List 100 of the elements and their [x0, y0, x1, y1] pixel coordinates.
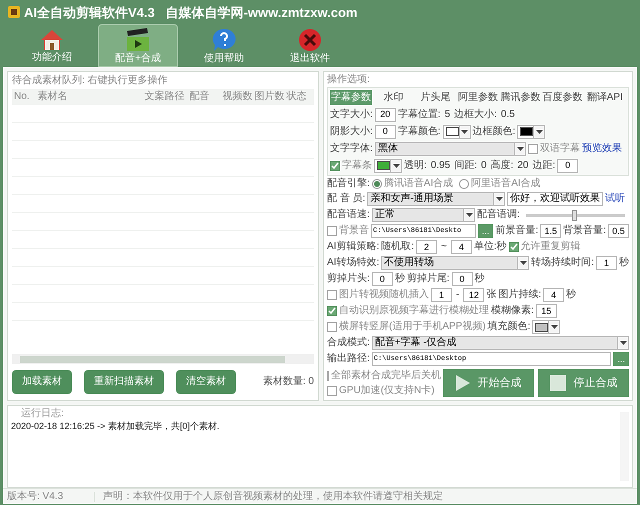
- field-label: 边距:: [532, 160, 556, 170]
- field-label: 阴影大小:: [330, 126, 373, 136]
- help-icon: [212, 28, 236, 52]
- field-label: AI转场特效:: [327, 258, 380, 268]
- close-icon: [298, 28, 322, 52]
- group-title: 操作选项:: [327, 75, 371, 85]
- input-field[interactable]: 15: [536, 304, 557, 318]
- action-button[interactable]: 加载素材: [12, 370, 72, 394]
- input-field[interactable]: 0: [452, 272, 473, 286]
- color-dropdown[interactable]: [517, 124, 546, 138]
- link[interactable]: 试听: [605, 194, 629, 204]
- value-text: -: [455, 290, 460, 300]
- color-dropdown[interactable]: [374, 158, 402, 172]
- app-icon: [8, 6, 20, 18]
- field-label: 秒: [394, 274, 405, 284]
- scrollbar-thumb[interactable]: [20, 356, 285, 362]
- field-label: 配音引擎:: [327, 179, 370, 189]
- dropdown[interactable]: 黑体: [374, 142, 526, 156]
- input-field[interactable]: 4: [450, 240, 472, 254]
- check-icon: [331, 162, 339, 170]
- field-label: 配 音 员:: [327, 194, 366, 204]
- checkbox[interactable]: 图片转视频随机插入: [327, 290, 429, 300]
- field-label: 文字字体:: [330, 144, 373, 154]
- field-label: 透明:: [404, 160, 427, 170]
- field-label: 合成模式:: [327, 338, 370, 348]
- tab[interactable]: 片头尾: [414, 90, 457, 105]
- field-label: 前景音量:: [495, 226, 538, 236]
- input-field[interactable]: 4: [543, 288, 564, 302]
- tab[interactable]: 腾讯参数: [499, 90, 542, 105]
- dropdown[interactable]: 配音+字幕 -仅合成: [372, 336, 629, 350]
- notice-text: 声明：本软件仅用于个人原创音视频素材的处理，使用本软件请遵守相关规定: [102, 492, 444, 502]
- count-text: 素材数量: 0: [262, 377, 314, 387]
- group-title: 运行日志:: [21, 409, 65, 419]
- slider-thumb[interactable]: [572, 210, 578, 220]
- dropdown[interactable]: 正常: [372, 208, 475, 222]
- field-label: 剪掉片尾:: [406, 274, 450, 284]
- play-icon: [456, 375, 470, 391]
- tab[interactable]: 阿里参数: [456, 90, 500, 105]
- caret-icon: [617, 337, 628, 349]
- field-label: 字幕颜色:: [398, 126, 441, 136]
- input-field[interactable]: 你好，欢迎试听效果: [507, 192, 603, 206]
- field-label: 张: [486, 290, 496, 300]
- field-label: 模糊像素:: [491, 306, 534, 316]
- caret-icon: [390, 160, 401, 172]
- checkbox[interactable]: GPU加速(仅支持N卡): [327, 386, 439, 396]
- field-label: 秒: [566, 290, 576, 300]
- clapperboard-icon: [125, 28, 151, 52]
- field-label: 配音语速:: [327, 210, 370, 220]
- caret-icon: [493, 193, 504, 205]
- input-field[interactable]: 0.5: [608, 224, 629, 238]
- input-field[interactable]: 1: [596, 256, 617, 270]
- toolbar-button[interactable]: 使用帮助: [184, 24, 264, 67]
- field-label: 背景音量:: [563, 226, 606, 236]
- field-label: 间距:: [454, 160, 478, 170]
- tab[interactable]: 翻译API: [584, 90, 626, 105]
- caret-icon: [533, 126, 544, 138]
- field-label: 配音语调:: [477, 210, 520, 220]
- input-field[interactable]: 12: [463, 288, 484, 302]
- field-label: 文字大小:: [330, 110, 373, 120]
- tab[interactable]: 水印: [372, 90, 415, 105]
- caret-icon: [517, 257, 528, 269]
- toolbar-button[interactable]: 退出软件: [270, 24, 350, 67]
- input-field[interactable]: 2: [416, 240, 438, 254]
- dropdown[interactable]: 不使用转场: [381, 256, 530, 270]
- field-label: AI剪辑策略:: [327, 242, 380, 252]
- field-label: 秒: [474, 274, 485, 284]
- input-field[interactable]: 1: [431, 288, 452, 302]
- input-field[interactable]: 0: [372, 272, 393, 286]
- input-field[interactable]: 20: [374, 108, 396, 122]
- link[interactable]: 预览效果: [582, 144, 626, 154]
- color-dropdown[interactable]: [442, 124, 471, 138]
- check-icon: [328, 307, 336, 315]
- action-button[interactable]: 清空素材: [176, 370, 236, 394]
- color-dropdown[interactable]: [532, 320, 560, 334]
- house-icon: [40, 28, 64, 50]
- caret-icon: [463, 209, 474, 221]
- caret-icon: [458, 126, 470, 138]
- horizontal-scrollbar[interactable]: [12, 354, 314, 364]
- value-text: 0.5: [500, 110, 516, 120]
- input-field[interactable]: 0: [374, 124, 396, 138]
- caret-icon: [548, 321, 560, 333]
- field-label: 字幕位置:: [398, 110, 441, 120]
- checkbox[interactable]: 允许重复剪辑: [508, 242, 581, 252]
- field-label: 剪掉片头:: [327, 274, 370, 284]
- field-label: 边框大小:: [454, 110, 497, 120]
- field-label: 秒: [619, 258, 629, 268]
- field-label: 填充颜色:: [488, 322, 530, 332]
- field-label: 图片持续:: [498, 290, 542, 300]
- version-text: 版本号: V4.3: [3, 492, 95, 502]
- field-label: 转场持续时间:: [531, 258, 594, 268]
- tab[interactable]: 百度参数: [541, 90, 584, 105]
- field-label: 随机取:: [381, 242, 414, 252]
- input-field[interactable]: 0: [557, 158, 578, 172]
- toolbar-button[interactable]: 功能介绍: [12, 24, 92, 67]
- action-button[interactable]: 重新扫描素材: [84, 370, 164, 394]
- stop-icon: [550, 375, 566, 391]
- input-field[interactable]: 1.5: [540, 224, 562, 238]
- field-label: 输出路径:: [327, 354, 370, 364]
- dropdown[interactable]: 亲和女声-通用场景: [367, 192, 505, 206]
- value-text: 0: [480, 160, 488, 170]
